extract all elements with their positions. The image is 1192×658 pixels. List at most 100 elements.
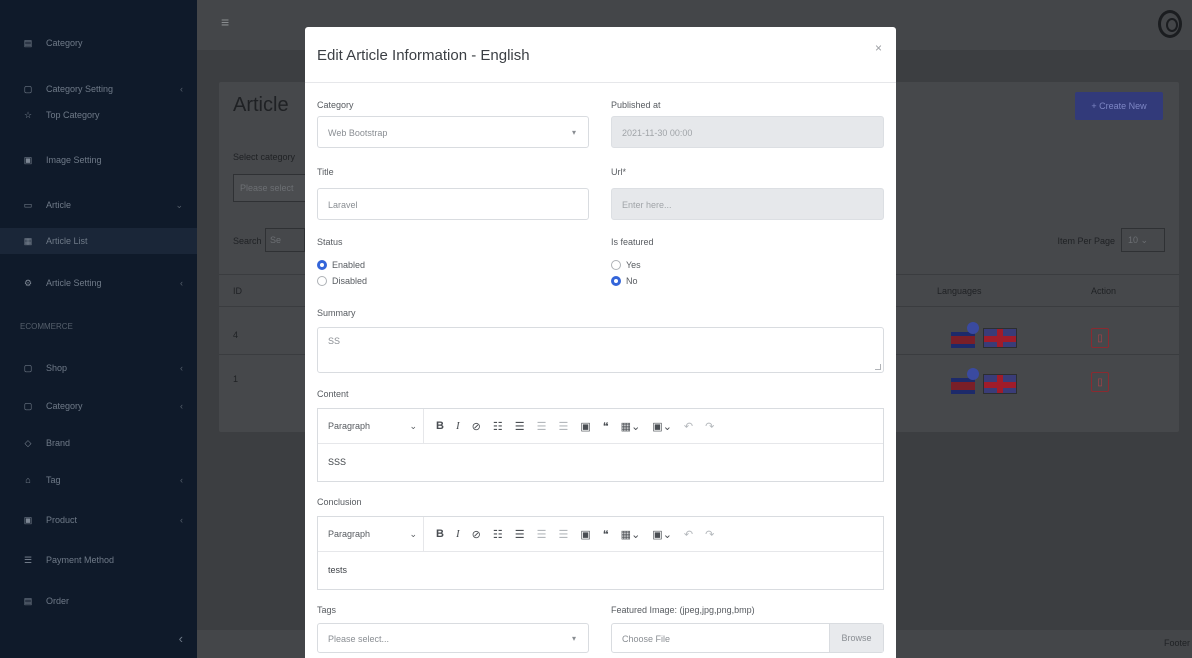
conclusion-editor-body[interactable]: tests xyxy=(318,552,883,589)
published-at-label: Published at xyxy=(611,100,661,110)
edit-article-modal: Edit Article Information - English × Cat… xyxy=(305,27,896,658)
cart-icon: ▤ xyxy=(23,595,33,606)
card-icon: ☰ xyxy=(23,554,33,565)
featured-yes-radio[interactable]: Yes xyxy=(611,260,641,270)
indent-icon[interactable]: ☰ xyxy=(558,528,568,541)
per-page-label: Item Per Page xyxy=(1057,236,1115,246)
bold-icon[interactable]: B xyxy=(436,528,444,540)
link-icon[interactable]: ⊘ xyxy=(472,420,481,433)
sidebar-item-shop[interactable]: ▢ Shop ‹ xyxy=(0,355,197,381)
numbered-list-icon[interactable]: ☰ xyxy=(515,528,525,541)
close-icon[interactable]: × xyxy=(875,41,882,55)
radio-checked-icon xyxy=(317,260,327,270)
image-icon[interactable]: ▣ xyxy=(580,420,590,433)
sidebar-item-label: Shop xyxy=(46,363,68,373)
italic-icon[interactable]: I xyxy=(456,420,460,432)
sidebar-item-category-setting[interactable]: ▢ Category Setting ‹ xyxy=(0,76,197,102)
undo-icon[interactable]: ↶ xyxy=(684,528,693,541)
sidebar-collapse-button[interactable]: ‹ xyxy=(179,631,183,646)
summary-textarea[interactable]: SS xyxy=(317,327,884,373)
featured-image-input[interactable]: Choose File Browse xyxy=(611,623,884,653)
sidebar-item-product[interactable]: ▣ Product ‹ xyxy=(0,507,197,533)
outdent-icon[interactable]: ☰ xyxy=(537,528,547,541)
italic-icon[interactable]: I xyxy=(456,528,460,540)
media-icon[interactable]: ▣⌄ xyxy=(652,528,672,541)
sidebar-item-tag[interactable]: ⌂ Tag ‹ xyxy=(0,467,197,493)
per-page-select[interactable]: 10 ⌄ xyxy=(1121,228,1165,252)
bulleted-list-icon[interactable]: ☷ xyxy=(493,528,503,541)
create-new-button[interactable]: + Create New xyxy=(1075,92,1163,120)
sidebar-item-order[interactable]: ▤ Order xyxy=(0,588,197,614)
image-icon[interactable]: ▣ xyxy=(580,528,590,541)
delete-icon[interactable]: ▯ xyxy=(1091,328,1109,348)
paragraph-dropdown[interactable]: Paragraph ⌄ xyxy=(328,516,424,552)
status-badge xyxy=(967,322,979,334)
redo-icon[interactable]: ↷ xyxy=(705,420,714,433)
radio-unchecked-icon xyxy=(317,276,327,286)
search-label: Search xyxy=(233,236,262,246)
table-icon[interactable]: ▦⌄ xyxy=(621,420,641,433)
status-disabled-radio[interactable]: Disabled xyxy=(317,276,367,286)
category-select[interactable]: Web Bootstrap ▾ xyxy=(317,116,589,148)
brand-icon: ◇ xyxy=(24,437,32,448)
tag-icon: ⌂ xyxy=(25,475,31,485)
bulleted-list-icon[interactable]: ☷ xyxy=(493,420,503,433)
sidebar-item-ecom-category[interactable]: ▢ Category ‹ xyxy=(0,393,197,419)
sidebar-item-label: Article Setting xyxy=(46,278,102,288)
sidebar-section-header: ECOMMERCE xyxy=(20,322,73,331)
conclusion-editor: Paragraph ⌄ B I ⊘ ☷ ☰ ☰ ☰ ▣ ❝ ▦⌄ ▣⌄ ↶ ↷ t… xyxy=(317,516,884,590)
chevron-down-icon: ⌄ xyxy=(175,199,183,210)
cambodia-flag-icon[interactable] xyxy=(951,332,975,348)
bold-icon[interactable]: B xyxy=(436,420,444,432)
chevron-left-icon: ‹ xyxy=(180,475,183,485)
undo-icon[interactable]: ↶ xyxy=(684,420,693,433)
title-input[interactable]: Laravel xyxy=(317,188,589,220)
redo-icon[interactable]: ↷ xyxy=(705,528,714,541)
chevron-down-icon: ▾ xyxy=(571,128,576,137)
sidebar-item-category[interactable]: ▤ Category xyxy=(0,30,197,56)
paragraph-dropdown[interactable]: Paragraph ⌄ xyxy=(328,408,424,444)
resize-handle-icon[interactable] xyxy=(875,364,881,370)
sidebar-item-brand[interactable]: ◇ Brand xyxy=(0,430,197,456)
status-enabled-radio[interactable]: Enabled xyxy=(317,260,365,270)
delete-icon[interactable]: ▯ xyxy=(1091,372,1109,392)
tags-select[interactable]: Please select... ▾ xyxy=(317,623,589,653)
chevron-left-icon: ‹ xyxy=(180,84,183,94)
select-category-dropdown[interactable]: Please select xyxy=(233,174,313,202)
cambodia-flag-icon[interactable] xyxy=(951,378,975,394)
sidebar-item-article-list[interactable]: ▦ Article List xyxy=(0,228,197,254)
indent-icon[interactable]: ☰ xyxy=(558,420,568,433)
search-input[interactable]: Se xyxy=(265,228,305,252)
featured-no-radio[interactable]: No xyxy=(611,276,638,286)
select-category-label: Select category xyxy=(233,152,296,162)
shop-icon: ▢ xyxy=(23,362,33,373)
numbered-list-icon[interactable]: ☰ xyxy=(515,420,525,433)
sidebar-item-article[interactable]: ▭ Article ⌄ xyxy=(0,192,197,218)
blockquote-icon[interactable]: ❝ xyxy=(603,528,609,541)
menu-toggle-icon[interactable]: ≡ xyxy=(221,14,229,30)
sidebar-item-label: Category Setting xyxy=(46,84,114,94)
url-label: Url* xyxy=(611,167,626,177)
file-placeholder: Choose File xyxy=(622,634,671,644)
url-input[interactable]: Enter here... xyxy=(611,188,884,220)
sidebar-item-article-setting[interactable]: ⚙ Article Setting ‹ xyxy=(0,270,197,296)
column-header-id: ID xyxy=(233,286,242,296)
user-avatar-icon[interactable] xyxy=(1158,10,1182,38)
editor-toolbar: Paragraph ⌄ B I ⊘ ☷ ☰ ☰ ☰ ▣ ❝ ▦⌄ ▣⌄ ↶ ↷ xyxy=(318,408,883,444)
browse-button[interactable]: Browse xyxy=(829,624,883,652)
sidebar-item-label: Brand xyxy=(46,438,71,448)
sidebar-item-label: Category xyxy=(46,401,83,411)
link-icon[interactable]: ⊘ xyxy=(472,528,481,541)
blockquote-icon[interactable]: ❝ xyxy=(603,420,609,433)
sidebar-item-payment-method[interactable]: ☰ Payment Method xyxy=(0,547,197,573)
content-editor-body[interactable]: SSS xyxy=(318,444,883,481)
uk-flag-icon[interactable] xyxy=(983,328,1017,348)
outdent-icon[interactable]: ☰ xyxy=(537,420,547,433)
sidebar-item-image-setting[interactable]: ▣ Image Setting xyxy=(0,147,197,173)
media-icon[interactable]: ▣⌄ xyxy=(652,420,672,433)
list-icon: ▤ xyxy=(23,37,33,48)
gear-icon: ⚙ xyxy=(23,277,33,288)
sidebar-item-top-category[interactable]: ☆ Top Category xyxy=(0,102,197,128)
table-icon[interactable]: ▦⌄ xyxy=(621,528,641,541)
uk-flag-icon[interactable] xyxy=(983,374,1017,394)
